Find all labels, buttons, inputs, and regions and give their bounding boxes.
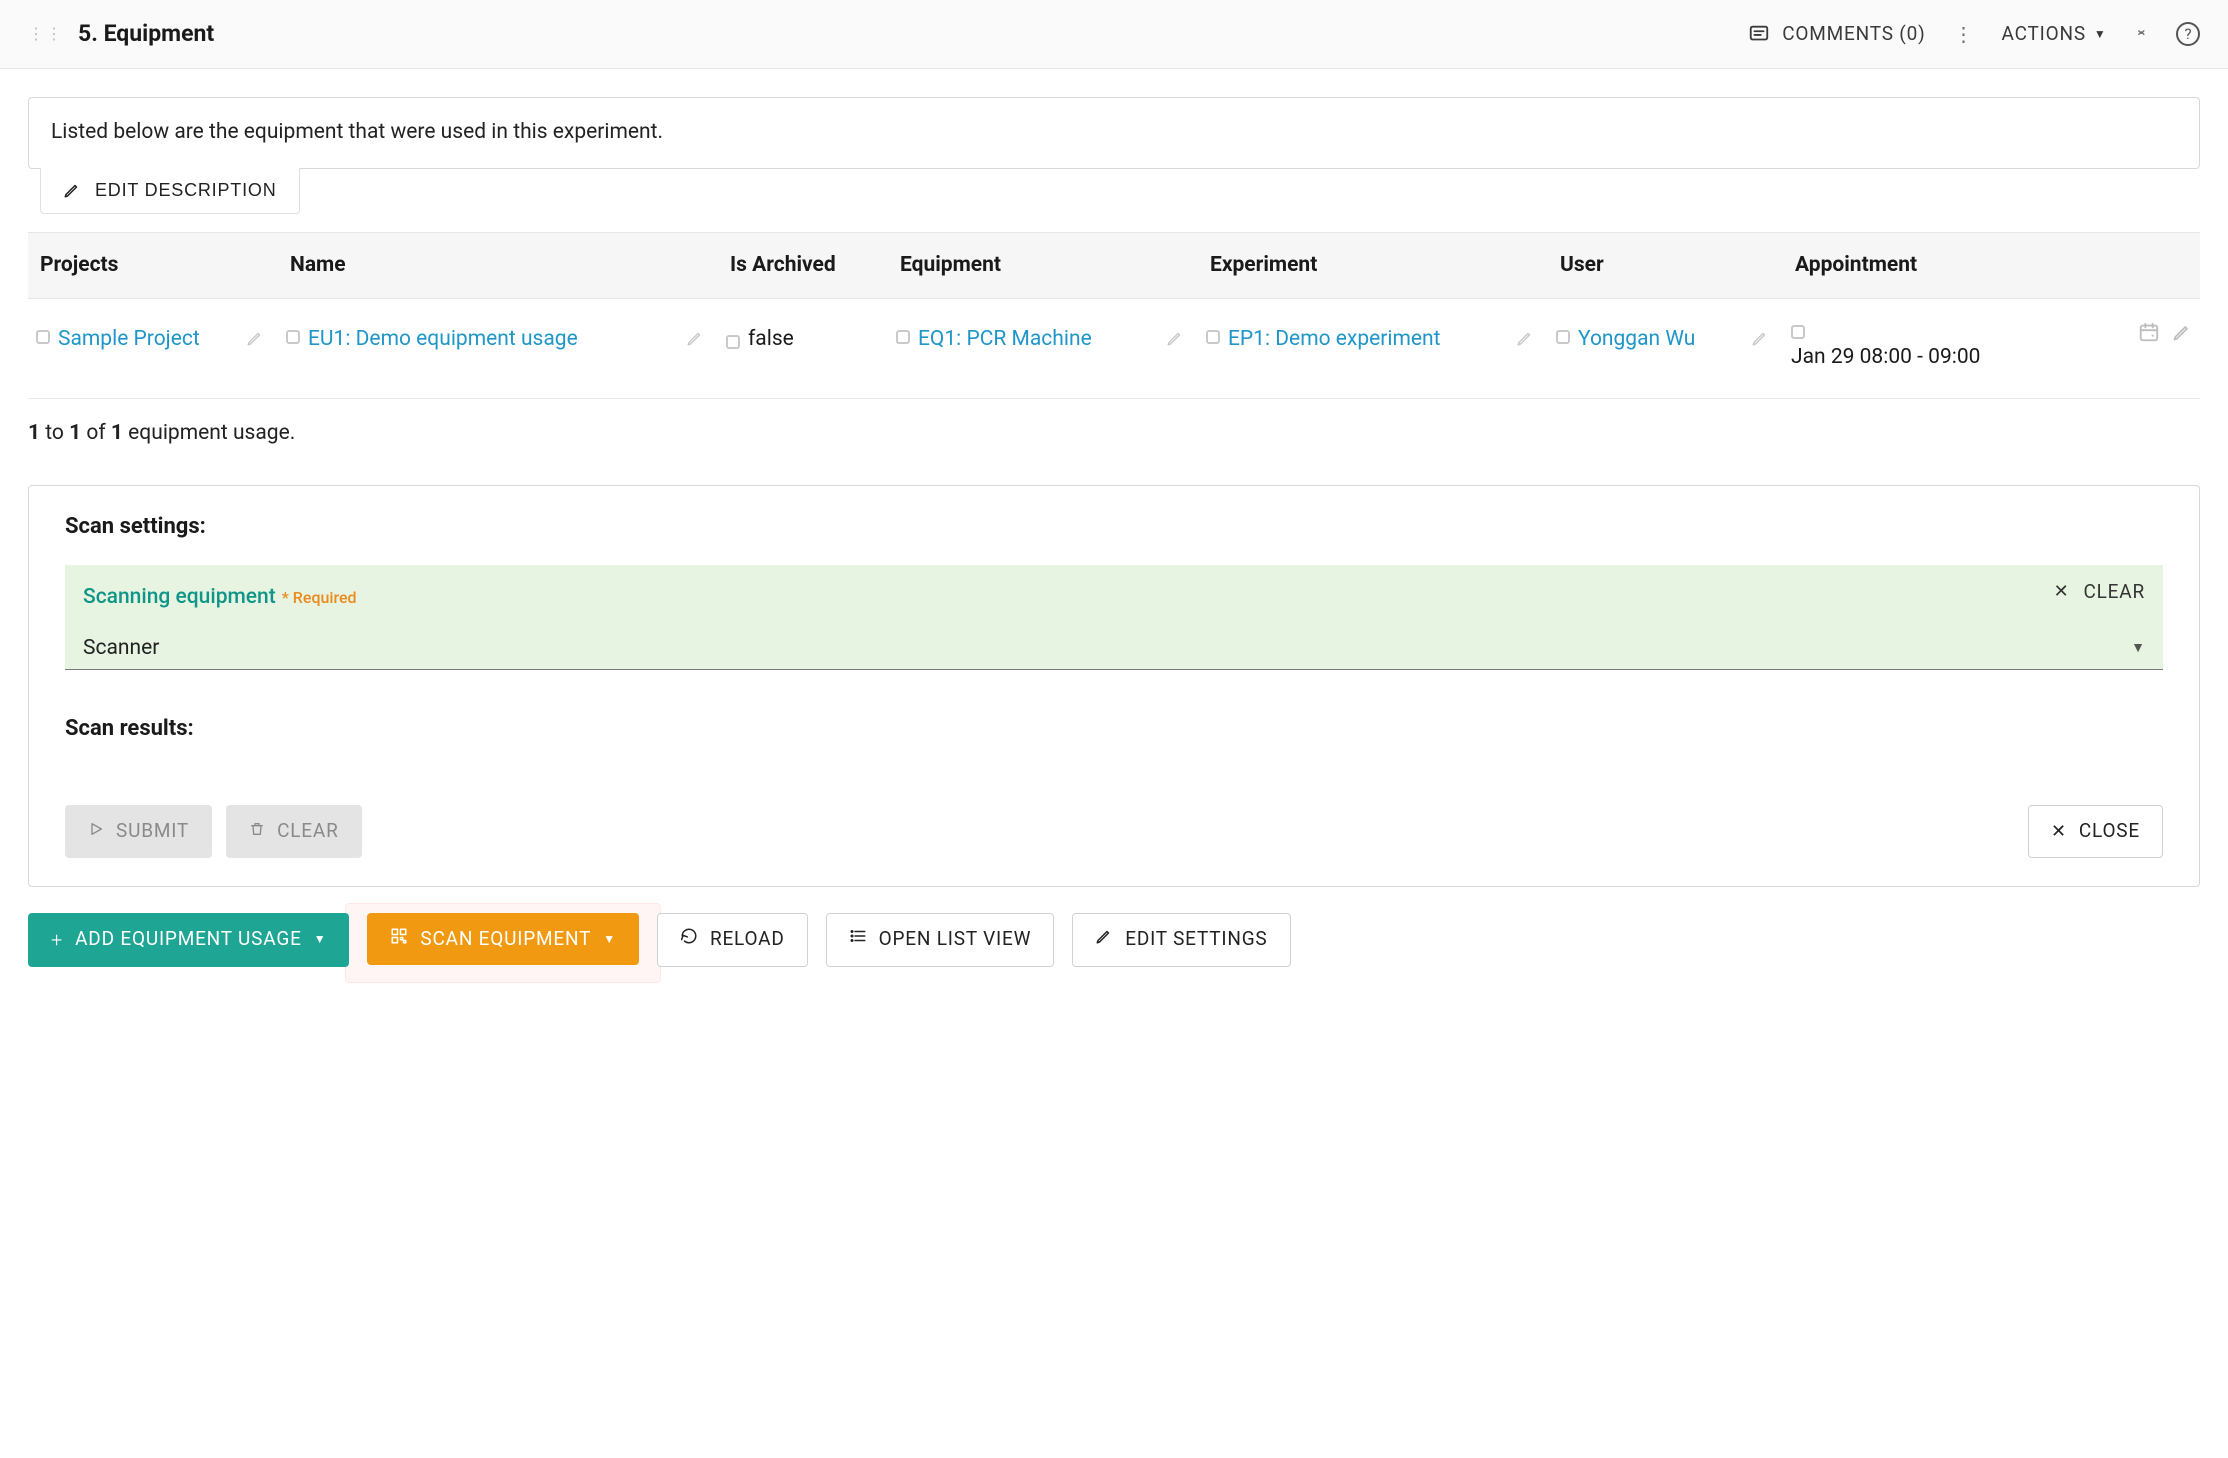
edit-description-label: EDIT DESCRIPTION	[95, 180, 277, 201]
col-experiment: Experiment	[1206, 251, 1556, 280]
edit-icon[interactable]	[2172, 321, 2192, 349]
description-text: Listed below are the equipment that were…	[51, 120, 663, 144]
col-name: Name	[286, 251, 726, 280]
equipment-link[interactable]: EQ1: PCR Machine	[918, 325, 1092, 354]
section-header: ⋮⋮ 5. Equipment COMMENTS (0) ⋮ ACTIONS ▼…	[0, 0, 2228, 69]
edit-settings-label: EDIT SETTINGS	[1125, 926, 1267, 953]
scan-equipment-label: SCAN EQUIPMENT	[420, 926, 591, 953]
reload-label: RELOAD	[710, 926, 785, 953]
submit-label: SUBMIT	[116, 818, 189, 845]
scan-equipment-button[interactable]: SCAN EQUIPMENT ▼	[367, 913, 639, 966]
clear-results-button[interactable]: CLEAR	[226, 805, 362, 858]
edit-icon[interactable]	[1166, 329, 1184, 347]
experiment-link[interactable]: EP1: Demo experiment	[1228, 325, 1441, 354]
close-icon: ✕	[2054, 579, 2070, 604]
scan-settings-heading: Scan settings:	[65, 512, 2163, 543]
drag-handle-icon[interactable]: ⋮⋮	[28, 26, 64, 42]
scan-select-value: Scanner	[83, 634, 159, 663]
col-archived: Is Archived	[726, 251, 896, 280]
scanning-equipment-select[interactable]: Scanner ▼	[83, 634, 2145, 663]
col-equipment: Equipment	[896, 251, 1206, 280]
pencil-icon	[1095, 926, 1113, 953]
description-box: Listed below are the equipment that were…	[28, 97, 2200, 168]
calendar-icon[interactable]	[2138, 321, 2160, 349]
actions-button[interactable]: ACTIONS ▼	[2002, 21, 2107, 48]
add-equipment-usage-label: ADD EQUIPMENT USAGE	[75, 926, 302, 953]
cell-name: EU1: Demo equipment usage	[286, 325, 726, 354]
chevron-down-icon: ▼	[603, 931, 616, 948]
equipment-table: Projects Name Is Archived Equipment Expe…	[28, 232, 2200, 400]
project-link[interactable]: Sample Project	[58, 325, 200, 354]
actions-label: ACTIONS	[2002, 21, 2086, 48]
open-icon[interactable]	[286, 330, 300, 344]
scanning-equipment-field: Scanning equipment * Required ✕ CLEAR Sc…	[65, 565, 2163, 671]
edit-icon[interactable]	[246, 329, 264, 347]
comments-label: COMMENTS (0)	[1782, 21, 1925, 48]
edit-settings-button[interactable]: EDIT SETTINGS	[1072, 913, 1290, 967]
open-icon[interactable]	[36, 330, 50, 344]
comment-icon	[1748, 23, 1770, 45]
reload-button[interactable]: RELOAD	[657, 913, 808, 967]
cell-experiment: EP1: Demo experiment	[1206, 325, 1556, 354]
add-equipment-usage-button[interactable]: + ADD EQUIPMENT USAGE ▼	[28, 913, 349, 967]
archived-value: false	[748, 325, 794, 354]
chevron-down-icon: ▼	[314, 931, 327, 948]
col-appointment: Appointment	[1791, 251, 2192, 280]
edit-icon[interactable]	[686, 329, 704, 347]
open-icon[interactable]	[1556, 330, 1570, 344]
cell-equipment: EQ1: PCR Machine	[896, 325, 1206, 354]
help-icon[interactable]: ?	[2176, 22, 2200, 46]
edit-description-button[interactable]: EDIT DESCRIPTION	[40, 168, 300, 214]
open-icon[interactable]	[1791, 325, 1805, 339]
reload-icon	[680, 926, 698, 953]
col-projects: Projects	[36, 251, 286, 280]
action-bar: + ADD EQUIPMENT USAGE ▼ SCAN EQUIPMENT ▼…	[28, 913, 2200, 967]
required-marker: * Required	[282, 587, 357, 609]
edit-icon[interactable]	[1751, 329, 1769, 347]
trash-icon	[249, 818, 265, 845]
scan-field-label: Scanning equipment	[83, 583, 276, 612]
col-user: User	[1556, 251, 1791, 280]
cell-user: Yonggan Wu	[1556, 325, 1791, 354]
edit-icon[interactable]	[1516, 329, 1534, 347]
chevron-down-icon: ▼	[2094, 26, 2107, 43]
pencil-icon	[63, 181, 81, 199]
clear-field-button[interactable]: ✕ CLEAR	[2054, 579, 2145, 606]
table-row: Sample Project EU1: Demo equipment usage…	[28, 299, 2200, 399]
close-icon: ✕	[2051, 819, 2067, 844]
scan-results-heading: Scan results:	[65, 714, 2163, 745]
section-title: 5. Equipment	[78, 18, 214, 50]
table-header: Projects Name Is Archived Equipment Expe…	[28, 232, 2200, 299]
chevron-down-icon: ▼	[2131, 639, 2145, 659]
cell-project: Sample Project	[36, 325, 286, 354]
open-list-view-label: OPEN LIST VIEW	[879, 926, 1032, 953]
name-link[interactable]: EU1: Demo equipment usage	[308, 325, 578, 354]
comments-button[interactable]: COMMENTS (0)	[1748, 21, 1925, 48]
scan-panel: Scan settings: Scanning equipment * Requ…	[28, 485, 2200, 887]
plus-icon: +	[51, 926, 63, 954]
open-icon[interactable]	[726, 335, 740, 349]
close-panel-button[interactable]: ✕ CLOSE	[2028, 805, 2163, 858]
play-icon	[88, 818, 104, 845]
collapse-icon[interactable]: ⌄⌃	[2135, 25, 2148, 43]
list-icon	[849, 926, 867, 953]
kebab-menu-icon[interactable]: ⋮	[1954, 20, 1974, 48]
clear-field-label: CLEAR	[2083, 579, 2145, 606]
cell-appointment: Jan 29 08:00 - 09:00	[1791, 325, 2192, 372]
open-list-view-button[interactable]: OPEN LIST VIEW	[826, 913, 1055, 967]
cell-archived: false	[726, 325, 896, 354]
qr-icon	[390, 926, 408, 953]
open-icon[interactable]	[1206, 330, 1220, 344]
close-label: CLOSE	[2079, 818, 2140, 845]
appointment-value: Jan 29 08:00 - 09:00	[1791, 343, 1980, 372]
submit-button[interactable]: SUBMIT	[65, 805, 212, 858]
user-link[interactable]: Yonggan Wu	[1578, 325, 1695, 354]
clear-results-label: CLEAR	[277, 818, 339, 845]
open-icon[interactable]	[896, 330, 910, 344]
pagination-text: 1 to 1 of 1 equipment usage.	[28, 419, 2200, 448]
